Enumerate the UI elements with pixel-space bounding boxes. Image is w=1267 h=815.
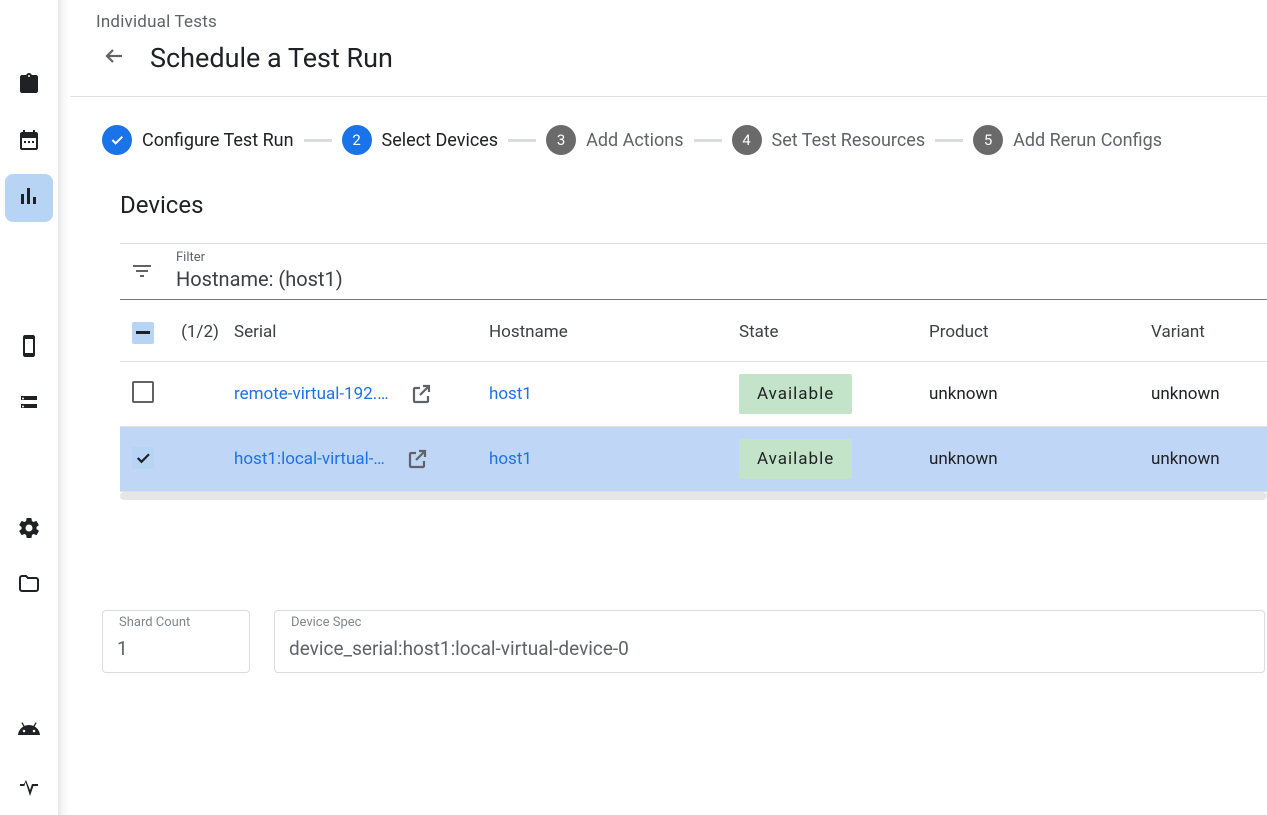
sidebar-item-android[interactable]	[5, 707, 53, 755]
serial-link[interactable]: host1:local-virtual-…	[234, 449, 385, 469]
sidebar-item-calendar[interactable]	[5, 118, 53, 166]
table-row[interactable]: remote-virtual-192.… host1 Available unk…	[120, 362, 1267, 427]
step-add-actions[interactable]: 3 Add Actions	[546, 125, 683, 155]
clipboard-icon	[17, 72, 41, 100]
step-select-devices[interactable]: 2 Select Devices	[342, 125, 499, 155]
field-value[interactable]: 1	[117, 637, 235, 660]
step-configure-test-run[interactable]: Configure Test Run	[102, 125, 294, 155]
state-badge: Available	[739, 374, 852, 414]
step-connector	[935, 139, 963, 142]
field-value[interactable]: device_serial:host1:local-virtual-device…	[289, 637, 1250, 660]
field-label: Device Spec	[285, 615, 367, 630]
variant-cell: unknown	[1147, 372, 1267, 416]
step-connector	[304, 139, 332, 142]
page-title: Schedule a Test Run	[150, 42, 393, 74]
open-external-icon[interactable]	[405, 378, 437, 410]
folder-icon	[17, 572, 41, 600]
sidebar	[0, 0, 58, 815]
header: Individual Tests Schedule a Test Run	[70, 0, 1267, 97]
step-add-rerun-configs[interactable]: 5 Add Rerun Configs	[973, 125, 1162, 155]
arrow-left-icon	[102, 44, 126, 72]
devices-table: (1/2) Serial Hostname State Product Vari…	[120, 302, 1267, 492]
vertical-divider	[58, 0, 70, 815]
step-number: 4	[732, 125, 762, 155]
col-variant[interactable]: Variant	[1147, 310, 1267, 354]
row-checkbox[interactable]	[132, 381, 154, 403]
step-label: Configure Test Run	[142, 130, 294, 151]
android-icon	[17, 717, 41, 745]
step-label: Set Test Resources	[772, 130, 926, 151]
device-spec-field[interactable]: Device Spec device_serial:host1:local-vi…	[274, 610, 1265, 673]
state-badge: Available	[739, 439, 852, 479]
selection-count: (1/2)	[170, 310, 230, 354]
step-done-icon	[102, 125, 132, 155]
hostname-link[interactable]: host1	[489, 384, 532, 404]
product-cell: unknown	[925, 437, 1147, 481]
sidebar-item-folder[interactable]	[5, 562, 53, 610]
step-label: Add Actions	[586, 130, 683, 151]
serial-link[interactable]: remote-virtual-192.…	[234, 384, 389, 404]
step-number: 3	[546, 125, 576, 155]
heartbeat-icon	[17, 773, 41, 801]
col-hostname[interactable]: Hostname	[485, 310, 735, 354]
back-button[interactable]	[94, 38, 134, 78]
step-label: Select Devices	[382, 130, 499, 151]
col-serial[interactable]: Serial	[230, 310, 485, 354]
filter-value[interactable]: Hostname: (host1)	[176, 267, 343, 291]
product-cell: unknown	[925, 372, 1147, 416]
stepper: Configure Test Run 2 Select Devices 3 Ad…	[70, 97, 1267, 183]
step-number: 2	[342, 125, 372, 155]
bar-chart-icon	[17, 184, 41, 212]
phone-icon	[17, 334, 41, 362]
filter-icon	[130, 259, 154, 283]
open-external-icon[interactable]	[401, 443, 433, 475]
step-number: 5	[973, 125, 1003, 155]
horizontal-scrollbar[interactable]	[120, 492, 1267, 500]
title-row: Schedule a Test Run	[96, 38, 1267, 78]
filter-field: Filter Hostname: (host1)	[176, 250, 343, 291]
row-checkbox[interactable]	[132, 447, 154, 469]
hostname-link[interactable]: host1	[489, 449, 532, 469]
calendar-icon	[17, 128, 41, 156]
storage-icon	[17, 390, 41, 418]
step-connector	[508, 139, 536, 142]
shard-count-field[interactable]: Shard Count 1	[102, 610, 250, 673]
step-set-test-resources[interactable]: 4 Set Test Resources	[732, 125, 926, 155]
table-row[interactable]: host1:local-virtual-… host1 Available un…	[120, 427, 1267, 492]
sidebar-item-settings[interactable]	[5, 506, 53, 554]
variant-cell: unknown	[1147, 437, 1267, 481]
step-label: Add Rerun Configs	[1013, 130, 1162, 151]
sidebar-item-health[interactable]	[5, 763, 53, 811]
sidebar-item-storage[interactable]	[5, 380, 53, 428]
col-product[interactable]: Product	[925, 310, 1147, 354]
breadcrumb: Individual Tests	[96, 12, 1267, 32]
filter-bar[interactable]: Filter Hostname: (host1)	[120, 243, 1267, 300]
table-header-row: (1/2) Serial Hostname State Product Vari…	[120, 302, 1267, 362]
col-state[interactable]: State	[735, 310, 925, 354]
select-all-checkbox[interactable]	[132, 322, 154, 344]
sidebar-item-clipboard[interactable]	[5, 62, 53, 110]
sidebar-item-analytics[interactable]	[5, 174, 53, 222]
filter-label: Filter	[176, 250, 343, 265]
step-connector	[694, 139, 722, 142]
field-label: Shard Count	[113, 615, 196, 630]
devices-section-title: Devices	[102, 183, 1267, 243]
gear-icon	[17, 516, 41, 544]
sidebar-item-phone[interactable]	[5, 324, 53, 372]
